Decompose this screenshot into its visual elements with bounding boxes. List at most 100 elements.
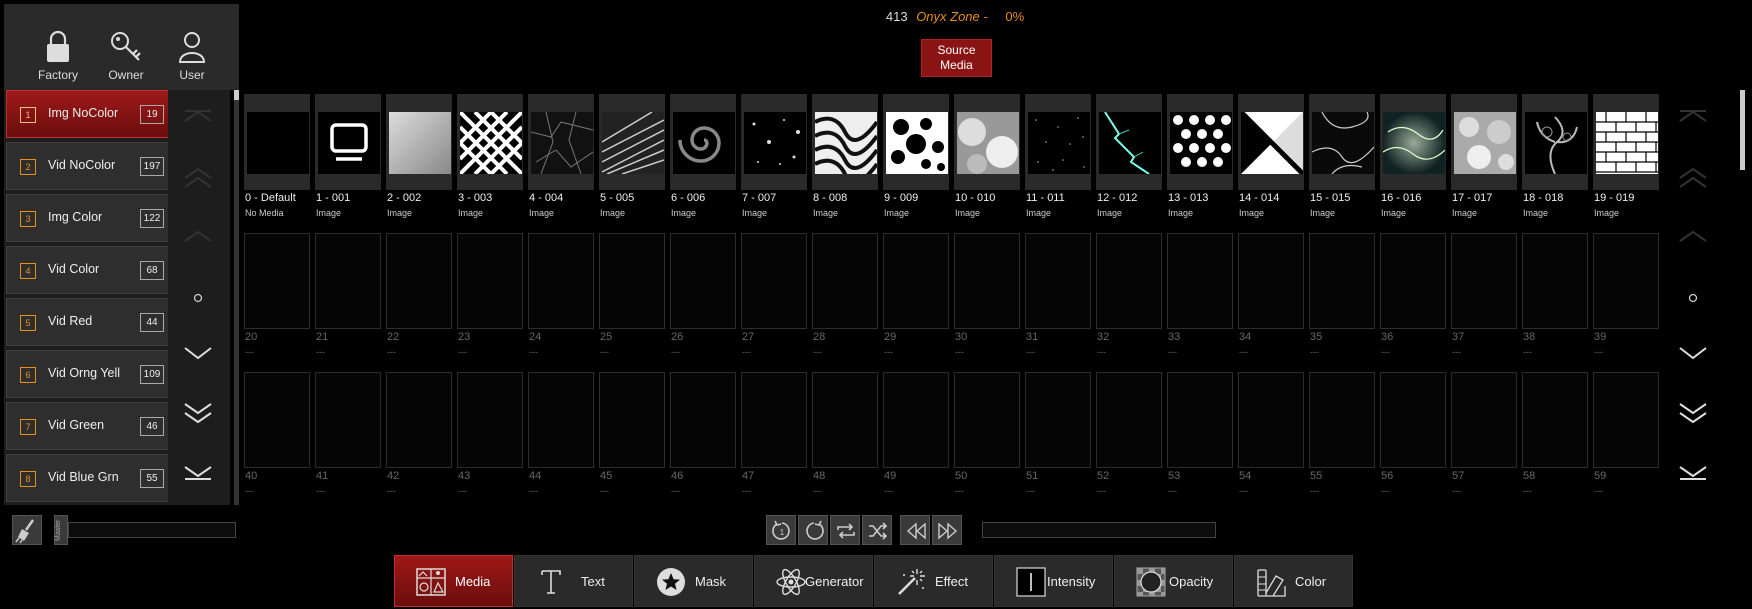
category-item[interactable]: 2 Vid NoColor 197 xyxy=(6,142,170,190)
media-thumbnail[interactable] xyxy=(741,233,807,329)
media-thumbnail[interactable] xyxy=(528,372,594,468)
category-scroll-thumb[interactable] xyxy=(234,90,239,100)
media-thumbnail[interactable] xyxy=(954,233,1020,329)
page-down-icon[interactable] xyxy=(1678,402,1708,424)
page-up-icon[interactable] xyxy=(1678,168,1708,188)
media-thumbnail[interactable] xyxy=(812,233,878,329)
page-down-icon[interactable] xyxy=(183,402,213,424)
media-thumbnail[interactable] xyxy=(883,372,949,468)
tab-opacity[interactable]: Opacity xyxy=(1114,555,1233,607)
category-item[interactable]: 7 Vid Green 46 xyxy=(6,402,170,450)
line-down-icon[interactable] xyxy=(1678,346,1708,360)
scroll-bottom-icon[interactable] xyxy=(1678,466,1708,480)
media-thumbnail[interactable] xyxy=(457,233,523,329)
shuffle-button[interactable] xyxy=(862,515,892,545)
media-thumbnail[interactable] xyxy=(1522,372,1588,468)
media-thumbnail[interactable] xyxy=(599,372,665,468)
scroll-center-icon[interactable] xyxy=(1678,293,1708,303)
media-thumbnail[interactable] xyxy=(1380,94,1446,190)
media-thumbnail[interactable] xyxy=(457,94,523,190)
media-thumbnail[interactable] xyxy=(386,94,452,190)
media-thumbnail[interactable] xyxy=(670,233,736,329)
clear-button[interactable] xyxy=(12,515,42,545)
media-thumbnail[interactable] xyxy=(599,233,665,329)
loop-button[interactable] xyxy=(830,515,860,545)
media-thumbnail[interactable] xyxy=(244,233,310,329)
category-item[interactable]: 4 Vid Color 68 xyxy=(6,246,170,294)
media-thumbnail[interactable] xyxy=(1025,94,1091,190)
restart-button[interactable]: 1 xyxy=(766,515,796,545)
category-item[interactable]: 6 Vid Orng Yell 109 xyxy=(6,350,170,398)
media-thumbnail[interactable] xyxy=(670,94,736,190)
scroll-top-icon[interactable] xyxy=(183,110,213,122)
media-thumbnail[interactable] xyxy=(599,94,665,190)
category-item[interactable]: 5 Vid Red 44 xyxy=(6,298,170,346)
media-thumbnail[interactable] xyxy=(386,233,452,329)
line-down-icon[interactable] xyxy=(183,346,213,360)
media-thumbnail[interactable] xyxy=(315,94,381,190)
category-item[interactable]: 1 Img NoColor 19 xyxy=(6,90,170,138)
media-thumbnail[interactable] xyxy=(1167,94,1233,190)
category-item[interactable]: 3 Img Color 122 xyxy=(6,194,170,242)
master-slider[interactable] xyxy=(68,522,236,538)
media-thumbnail[interactable] xyxy=(1167,233,1233,329)
media-thumbnail[interactable] xyxy=(1522,94,1588,190)
media-thumbnail[interactable] xyxy=(1096,233,1162,329)
tab-effect[interactable]: Effect xyxy=(874,555,993,607)
media-thumbnail[interactable] xyxy=(812,372,878,468)
media-thumbnail[interactable] xyxy=(1593,233,1659,329)
media-thumbnail[interactable] xyxy=(883,94,949,190)
media-thumbnail[interactable] xyxy=(315,372,381,468)
media-scroll-thumb[interactable] xyxy=(1740,90,1745,170)
media-thumbnail[interactable] xyxy=(1380,372,1446,468)
category-scrollbar[interactable] xyxy=(234,90,239,505)
tab-color[interactable]: Color xyxy=(1234,555,1353,607)
media-thumbnail[interactable] xyxy=(244,94,310,190)
media-thumbnail[interactable] xyxy=(528,94,594,190)
media-thumbnail[interactable] xyxy=(1238,94,1304,190)
media-thumbnail[interactable] xyxy=(386,372,452,468)
media-thumbnail[interactable] xyxy=(954,94,1020,190)
media-thumbnail[interactable] xyxy=(315,233,381,329)
media-thumbnail[interactable] xyxy=(812,94,878,190)
tab-text[interactable]: Text xyxy=(514,555,633,607)
media-thumbnail[interactable] xyxy=(1593,372,1659,468)
source-media-button[interactable]: Source Media xyxy=(921,39,992,77)
scroll-bottom-icon[interactable] xyxy=(183,466,213,480)
media-thumbnail[interactable] xyxy=(741,94,807,190)
media-thumbnail[interactable] xyxy=(883,233,949,329)
media-thumbnail[interactable] xyxy=(1238,233,1304,329)
media-thumbnail[interactable] xyxy=(1380,233,1446,329)
play-once-button[interactable] xyxy=(798,515,828,545)
factory-button[interactable]: Factory xyxy=(28,30,88,82)
media-thumbnail[interactable] xyxy=(1309,233,1375,329)
media-thumbnail[interactable] xyxy=(741,372,807,468)
media-thumbnail[interactable] xyxy=(1309,372,1375,468)
scroll-center-icon[interactable] xyxy=(183,293,213,303)
user-button[interactable]: User xyxy=(162,30,222,82)
rewind-button[interactable] xyxy=(900,515,930,545)
media-thumbnail[interactable] xyxy=(670,372,736,468)
media-thumbnail[interactable] xyxy=(1309,94,1375,190)
media-thumbnail[interactable] xyxy=(1238,372,1304,468)
fast-forward-button[interactable] xyxy=(932,515,962,545)
media-thumbnail[interactable] xyxy=(1096,372,1162,468)
media-thumbnail[interactable] xyxy=(457,372,523,468)
media-thumbnail[interactable] xyxy=(1025,233,1091,329)
media-thumbnail[interactable] xyxy=(1096,94,1162,190)
media-thumbnail[interactable] xyxy=(1167,372,1233,468)
media-thumbnail[interactable] xyxy=(1593,94,1659,190)
page-up-icon[interactable] xyxy=(183,168,213,188)
tab-media[interactable]: Media xyxy=(394,555,513,607)
media-thumbnail[interactable] xyxy=(1522,233,1588,329)
media-thumbnail[interactable] xyxy=(1025,372,1091,468)
owner-button[interactable]: Owner xyxy=(96,30,156,82)
tab-mask[interactable]: Mask xyxy=(634,555,753,607)
media-thumbnail[interactable] xyxy=(1451,372,1517,468)
tab-intensity[interactable]: Intensity xyxy=(994,555,1113,607)
media-thumbnail[interactable] xyxy=(1451,94,1517,190)
playback-progress[interactable] xyxy=(982,522,1216,538)
scroll-top-icon[interactable] xyxy=(1678,110,1708,122)
category-item[interactable]: 8 Vid Blue Grn 55 xyxy=(6,454,170,502)
line-up-icon[interactable] xyxy=(183,230,213,242)
